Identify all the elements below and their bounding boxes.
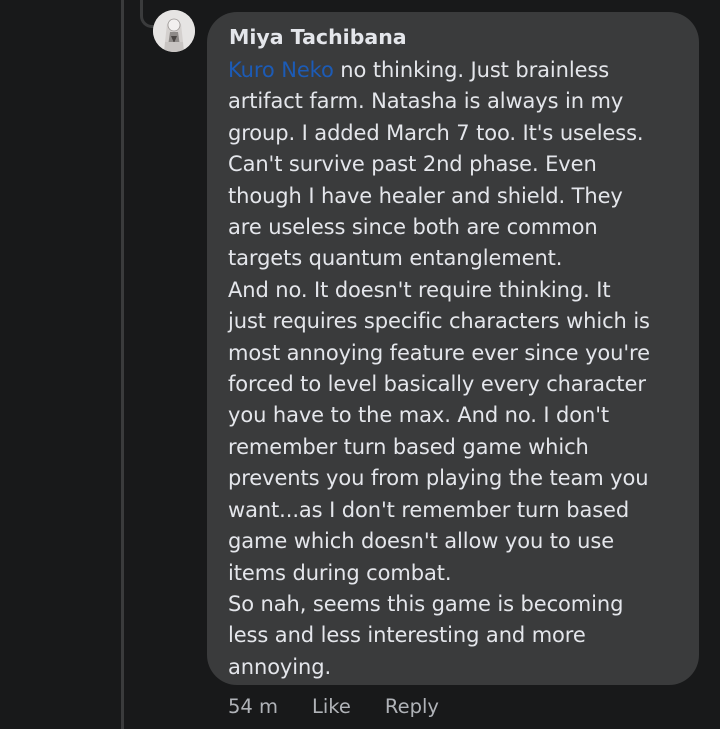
thread-line — [121, 0, 124, 729]
like-button[interactable]: Like — [312, 693, 351, 721]
comment-line: group. I added March 7 too. It's useless… — [228, 120, 644, 145]
comment-line: want...as I don't remember turn based — [228, 497, 630, 522]
comment-line: prevents you from playing the team you — [228, 466, 649, 491]
comment-line: just requires specific characters which … — [228, 309, 650, 334]
comment-line: are useless since both are common — [228, 215, 598, 240]
comment-line: Can't survive past 2nd phase. Even — [228, 152, 597, 177]
comment-line: So nah, seems this game is becoming — [228, 591, 624, 616]
reply-button[interactable]: Reply — [385, 693, 439, 721]
comment-line: annoying. — [228, 654, 332, 679]
comment-body: Kuro Neko no thinking. Just brainless ar… — [228, 55, 679, 683]
comment-line: most annoying feature ever since you're — [228, 340, 650, 365]
comment-line: targets quantum entanglement. — [228, 246, 563, 271]
comment-actions: 54 m Like Reply — [228, 693, 439, 721]
comment-timestamp[interactable]: 54 m — [228, 693, 278, 721]
comment-author[interactable]: Miya Tachibana — [229, 24, 679, 50]
comment-line: remember turn based game which — [228, 434, 589, 459]
comment-line: though I have healer and shield. They — [228, 183, 623, 208]
comment-line: artifact farm. Natasha is always in my — [228, 89, 624, 114]
user-avatar-icon[interactable] — [153, 10, 195, 52]
reply-connector — [140, 0, 154, 28]
comment-line: forced to level basically every characte… — [228, 372, 646, 397]
comment-line: items during combat. — [228, 560, 452, 585]
comment-line: game which doesn't allow you to use — [228, 529, 615, 554]
comment-line: And no. It doesn't require thinking. It — [228, 277, 611, 302]
comment-line: less and less interesting and more — [228, 623, 586, 648]
comment-bubble: Miya Tachibana Kuro Neko no thinking. Ju… — [207, 12, 699, 685]
comment-line: you have to the max. And no. I don't — [228, 403, 610, 428]
mention-link[interactable]: Kuro Neko — [228, 58, 334, 82]
comment-line: no thinking. Just brainless — [333, 58, 610, 82]
